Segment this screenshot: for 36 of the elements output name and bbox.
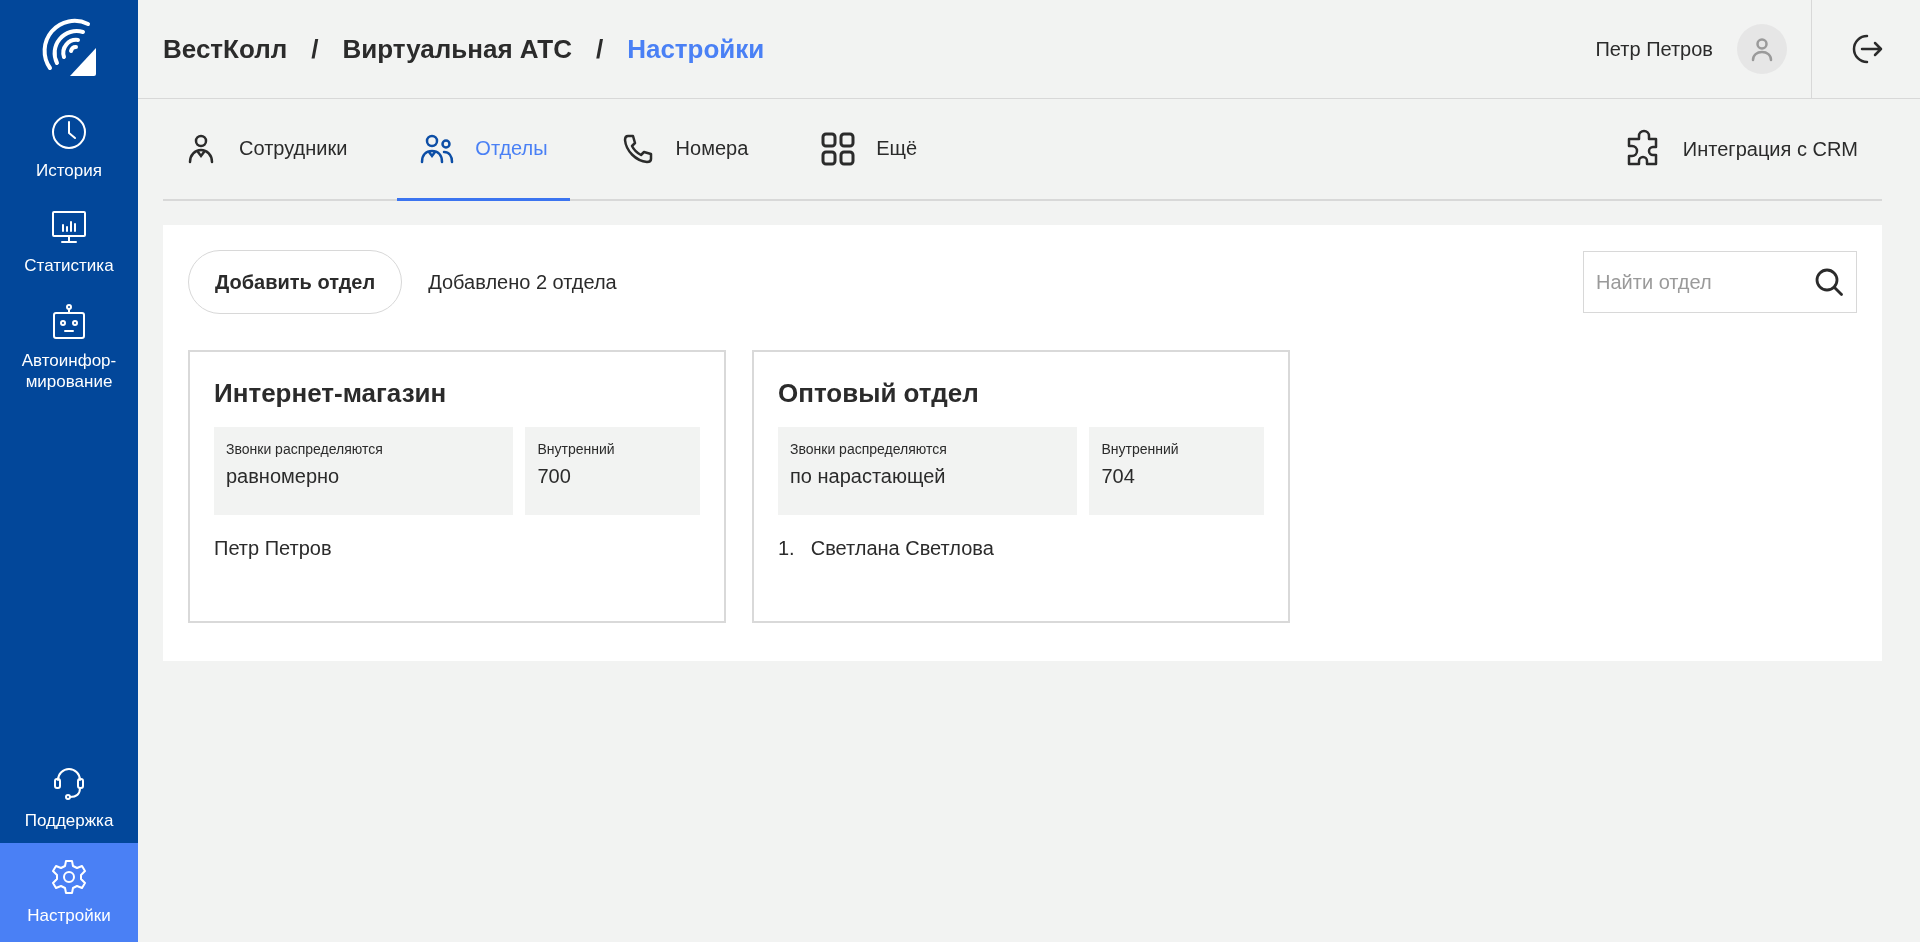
department-name: Оптовый отдел [778, 378, 980, 409]
department-count: Добавлено 2 отдела [428, 270, 618, 294]
department-name: Интернет-магазин [214, 378, 448, 409]
sidebar-item[interactable]: Автоинфор- мирование [0, 288, 138, 404]
extension-value: 704 [1101, 465, 1136, 488]
distribution-value: по нарастающей [790, 465, 947, 488]
sidebar-item[interactable]: Поддержка [0, 748, 138, 843]
clock-icon [49, 112, 89, 152]
sidebar-item[interactable]: Статистика [0, 193, 138, 288]
sidebar-item[interactable]: История [0, 98, 138, 193]
department-card[interactable]: Интернет-магазин Звонки распределяются равномерно Внутренний 700 Петр Петров [188, 350, 726, 623]
grid-icon [820, 130, 857, 167]
distribution-label: Звонки распределяются [226, 441, 384, 457]
distribution-label: Звонки распределяются [790, 441, 948, 457]
extension-label: Внутренний [1101, 441, 1180, 457]
distribution-value: равномерно [226, 465, 341, 488]
breadcrumb-separator: / [311, 33, 319, 65]
department-card[interactable]: Оптовый отдел Звонки распределяются по нарастающей Внутренний 704 1. Светлана Светлова [752, 350, 1290, 623]
extension-value: 700 [537, 465, 572, 488]
breadcrumb-link[interactable]: ВестКолл [163, 33, 288, 65]
member-name: Светлана Светлова [810, 537, 994, 560]
tab[interactable]: Номера [597, 99, 771, 201]
member-name: Петр Петров [214, 537, 332, 560]
settings-icon [49, 857, 89, 897]
search-field[interactable]: Найти отдел [1583, 251, 1857, 313]
breadcrumb-separator: / [595, 33, 604, 65]
search-icon[interactable] [1813, 266, 1845, 298]
tab[interactable]: Сотрудники [163, 99, 370, 201]
integration-link[interactable]: Интеграция с CRM [1622, 99, 1882, 199]
add-department-button[interactable]: Добавить отдел [188, 250, 403, 314]
list-number: 1. [778, 537, 795, 560]
breadcrumb-link[interactable]: Виртуальная АТС [342, 33, 572, 65]
sidebar-item[interactable]: Настройки [0, 843, 138, 942]
user-name: Петр Петров [1595, 37, 1713, 61]
extension-label: Внутренний [537, 441, 616, 457]
tab[interactable]: Ещё [798, 99, 940, 201]
